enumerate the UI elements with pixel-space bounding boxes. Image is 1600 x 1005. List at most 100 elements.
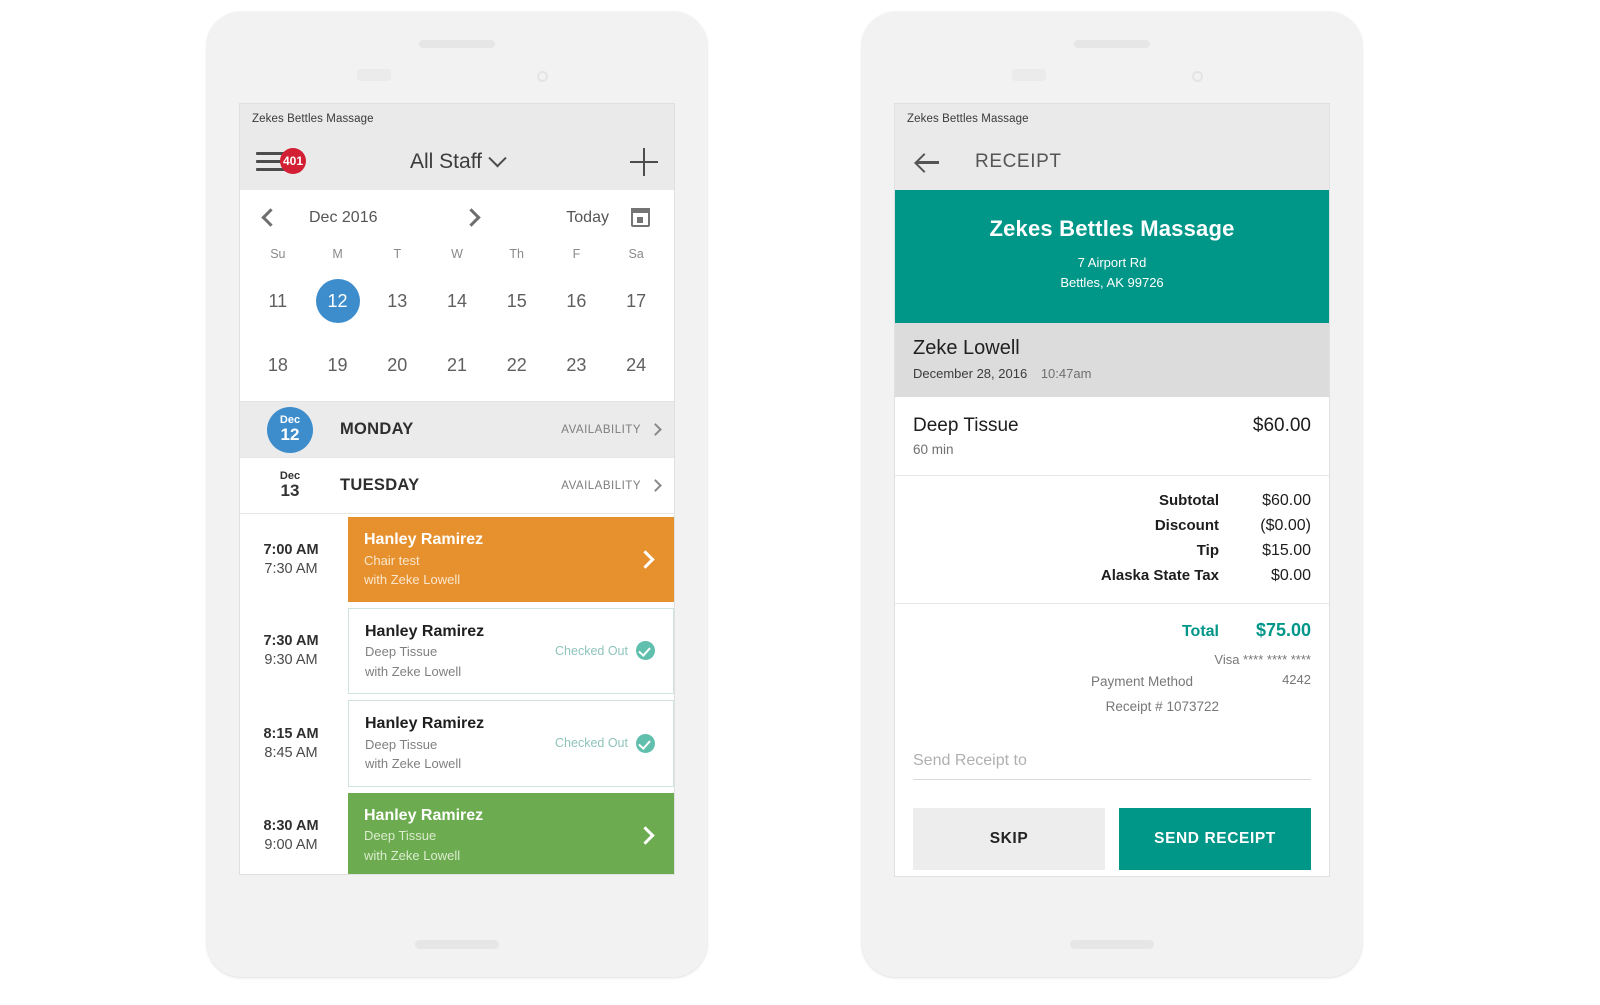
skip-button[interactable]: SKIP xyxy=(913,808,1105,871)
appointment-card[interactable]: Hanley Ramirez Chair test with Zeke Lowe… xyxy=(348,517,674,602)
day-chip-day: 13 xyxy=(280,481,300,501)
line-item-duration: 60 min xyxy=(913,442,954,458)
dow-f: F xyxy=(572,247,581,261)
appointment-card[interactable]: Hanley Ramirez Deep Tissue with Zeke Low… xyxy=(348,792,674,874)
total-row: Subtotal $60.00 xyxy=(913,492,1311,510)
appointment-row[interactable]: 7:00 AM 7:30 AM Hanley Ramirez Chair tes… xyxy=(240,514,674,605)
phone-device-receipt: Zekes Bettles Massage RECEIPT Zekes Bett… xyxy=(862,12,1362,977)
date-cell[interactable]: 22 xyxy=(487,339,547,391)
dow-th: Th xyxy=(509,247,524,261)
appointment-end-time: 9:00 AM xyxy=(264,836,318,853)
appointment-start-time: 7:00 AM xyxy=(263,541,319,558)
day-of-week-row: Su M T W Th F Sa xyxy=(240,245,674,269)
back-arrow-icon[interactable] xyxy=(917,151,939,173)
appointment-client: Hanley Ramirez xyxy=(364,806,484,824)
chevron-right-icon xyxy=(636,550,655,569)
appointment-row[interactable]: 8:30 AM 9:00 AM Hanley Ramirez Deep Tiss… xyxy=(240,789,674,874)
day-header-tuesday[interactable]: Dec 13 TUESDAY AVAILABILITY xyxy=(240,458,674,514)
sensor-bar-icon xyxy=(357,69,391,81)
day-chip-day: 12 xyxy=(280,425,300,445)
payment-method-row: Payment Method Visa **** **** **** 4242 xyxy=(913,650,1311,689)
staff-filter-label: All Staff xyxy=(410,150,482,173)
receipt-button-row: SKIP SEND RECEIPT xyxy=(895,780,1329,871)
send-receipt-input[interactable] xyxy=(913,752,1311,771)
availability-link[interactable]: AVAILABILITY xyxy=(561,423,662,436)
appointment-end-time: 8:45 AM xyxy=(264,744,318,761)
grand-total-value: $75.00 xyxy=(1255,620,1311,641)
customer-name: Zeke Lowell xyxy=(913,337,1020,360)
page-title: RECEIPT xyxy=(975,151,1062,172)
total-value: ($0.00) xyxy=(1260,517,1311,535)
appointment-row[interactable]: 7:30 AM 9:30 AM Hanley Ramirez Deep Tiss… xyxy=(240,604,674,698)
front-camera-icon xyxy=(537,71,548,82)
line-item-price: $60.00 xyxy=(1252,415,1311,437)
receipt-number: Receipt # 1073722 xyxy=(1105,699,1219,715)
front-camera-icon xyxy=(1192,71,1203,82)
appointment-service: Chair test xyxy=(364,552,420,568)
business-address-line2: Bettles, AK 99726 xyxy=(1060,275,1164,291)
totals-section: Subtotal $60.00 Discount ($0.00) Tip $15… xyxy=(895,476,1329,605)
check-circle-icon xyxy=(636,733,655,753)
send-receipt-field[interactable] xyxy=(913,752,1311,781)
screenshot-stage: Zekes Bettles Massage 401 All Staff Dec … xyxy=(0,0,1600,1005)
add-appointment-button[interactable] xyxy=(630,148,658,176)
date-cell[interactable]: 21 xyxy=(427,339,487,391)
app-title-bar: Zekes Bettles Massage xyxy=(895,104,1329,134)
total-label: Subtotal xyxy=(1159,492,1219,510)
business-address-line1: 7 Airport Rd xyxy=(1077,255,1147,270)
chevron-down-icon xyxy=(488,148,507,167)
app-title: Zekes Bettles Massage xyxy=(907,113,1029,125)
date-cell[interactable]: 14 xyxy=(427,275,487,327)
receipt-screen: Zekes Bettles Massage RECEIPT Zekes Bett… xyxy=(895,104,1329,876)
availability-link[interactable]: AVAILABILITY xyxy=(561,479,662,492)
phone-device-calendar: Zekes Bettles Massage 401 All Staff Dec … xyxy=(207,12,707,977)
date-cell[interactable]: 15 xyxy=(487,275,547,327)
notification-badge[interactable]: 401 xyxy=(280,147,306,174)
appointment-staff: with Zeke Lowell xyxy=(364,847,461,863)
calendar-action-bar: 401 All Staff xyxy=(240,134,674,190)
chevron-left-icon[interactable] xyxy=(261,208,280,227)
receipt-time: 10:47am xyxy=(1040,366,1092,382)
dow-su: Su xyxy=(270,247,286,261)
total-row: Alaska State Tax $0.00 xyxy=(913,567,1311,585)
availability-label: AVAILABILITY xyxy=(561,479,641,492)
chevron-right-icon[interactable] xyxy=(462,208,482,227)
appointment-start-time: 7:30 AM xyxy=(263,633,319,650)
date-cell[interactable]: 17 xyxy=(606,275,666,327)
calendar-icon[interactable] xyxy=(630,208,650,227)
date-cell[interactable]: 20 xyxy=(367,339,427,391)
date-cell-selected[interactable]: 12 xyxy=(308,275,368,327)
appointment-start-time: 8:15 AM xyxy=(263,725,319,742)
date-cell[interactable]: 23 xyxy=(547,339,607,391)
sensor-bar-icon xyxy=(1012,69,1046,81)
appointment-row[interactable]: 8:15 AM 8:45 AM Hanley Ramirez Deep Tiss… xyxy=(240,697,674,790)
status-label: Checked Out xyxy=(555,736,628,751)
appointment-card[interactable]: Hanley Ramirez Deep Tissue with Zeke Low… xyxy=(348,700,674,787)
grand-total-section: Total $75.00 Payment Method Visa **** **… xyxy=(895,604,1329,728)
receipt-date: December 28, 2016 xyxy=(913,366,1028,382)
appointment-time: 7:30 AM 9:30 AM xyxy=(240,605,348,698)
date-cell[interactable]: 19 xyxy=(308,339,368,391)
chevron-right-icon xyxy=(649,479,662,492)
calendar-week-row-1: 11 12 13 14 15 16 17 xyxy=(240,269,674,333)
date-cell[interactable]: 24 xyxy=(606,339,666,391)
appointment-card[interactable]: Hanley Ramirez Deep Tissue with Zeke Low… xyxy=(348,607,674,695)
grand-total-label: Total xyxy=(1181,623,1219,641)
date-cell[interactable]: 16 xyxy=(547,275,607,327)
total-label: Alaska State Tax xyxy=(1100,567,1219,585)
calendar-nav: Dec 2016 Today xyxy=(240,190,674,245)
date-cell[interactable]: 13 xyxy=(367,275,427,327)
appointment-start-time: 8:30 AM xyxy=(263,817,319,834)
date-cell[interactable]: 11 xyxy=(248,275,308,327)
dow-sa: Sa xyxy=(628,247,644,261)
check-circle-icon xyxy=(636,641,655,661)
date-cell[interactable]: 18 xyxy=(248,339,308,391)
day-header-monday[interactable]: Dec 12 MONDAY AVAILABILITY xyxy=(240,402,674,458)
total-row: Tip $15.00 xyxy=(913,542,1311,560)
business-name: Zekes Bettles Massage xyxy=(989,216,1235,241)
status-label: Checked Out xyxy=(555,643,628,658)
appointment-end-time: 9:30 AM xyxy=(264,652,318,669)
today-button[interactable]: Today xyxy=(566,209,609,227)
appointment-service: Deep Tissue xyxy=(365,736,438,752)
send-receipt-button[interactable]: SEND RECEIPT xyxy=(1119,808,1311,871)
